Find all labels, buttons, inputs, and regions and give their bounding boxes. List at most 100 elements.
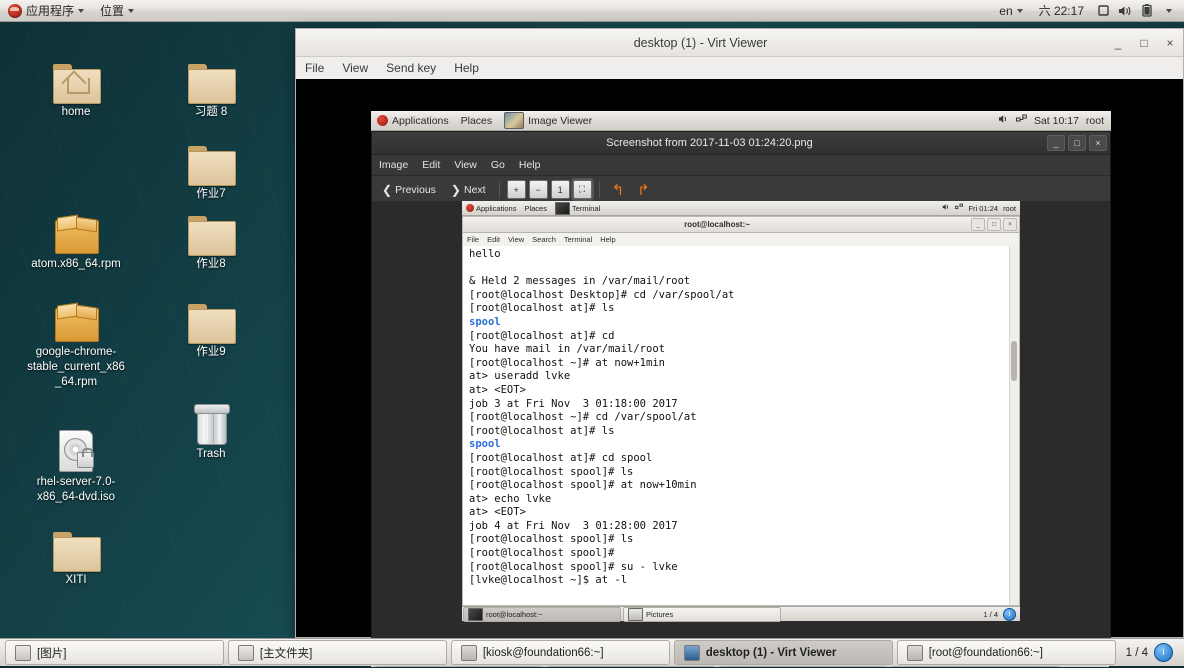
menu-help[interactable]: Help — [445, 57, 488, 79]
menu-help[interactable]: Help — [512, 155, 548, 175]
screenshot-pager: 1 / 4 i — [983, 607, 1020, 621]
image-viewer-canvas[interactable]: Applications Places Terminal Fri 01:24 r… — [372, 201, 1110, 644]
menu-search: Search — [532, 235, 556, 244]
volume-icon — [942, 203, 950, 213]
screenshot-tray: Fri 01:24 root — [942, 203, 1020, 213]
guest-clock[interactable]: Sat 10:17 — [1034, 115, 1079, 127]
tray-chevron-down-icon[interactable] — [1158, 0, 1180, 21]
image-viewer-title: Screenshot from 2017-11-03 01:24:20.png — [606, 137, 813, 149]
host-taskbar-item-pictures[interactable]: [图片] — [5, 640, 224, 665]
zoom-out-icon[interactable]: − — [528, 180, 548, 199]
close-button[interactable]: × — [1157, 31, 1183, 55]
screenshot-places-menu: Places — [520, 204, 551, 213]
desktop-icon-chrome-rpm[interactable]: google-chrome-stable_current_x86_64.rpm — [24, 290, 128, 390]
host-applications-label: 应用程序 — [26, 4, 75, 18]
host-tray: en 六 22:17 — [991, 0, 1184, 21]
volume-icon[interactable] — [998, 114, 1009, 127]
menu-help: Help — [600, 235, 616, 244]
desktop-icon-trash[interactable]: Trash — [159, 392, 263, 462]
host-taskbar-item-home[interactable]: [主文件夹] — [227, 640, 447, 665]
maximize-button[interactable]: □ — [1068, 135, 1086, 151]
desktop-icon-label: 作业8 — [196, 258, 226, 270]
screenshot-taskbar: root@localhost:~ Pictures 1 / 4 i — [462, 606, 1020, 622]
host-taskbar-item-virt-viewer[interactable]: desktop (1) - Virt Viewer — [673, 640, 893, 665]
desktop-icon-zuoye8[interactable]: 作业8 — [159, 202, 263, 272]
screenshot-clock: Fri 01:24 — [968, 203, 999, 213]
redhat-logo-icon — [8, 3, 22, 18]
screenshot-applications-label: Applications — [476, 203, 517, 213]
virt-viewer-guest-display[interactable]: Applications Places Image Viewer Sat 10:… — [296, 79, 1183, 668]
desktop-icon-home[interactable]: home — [24, 50, 128, 120]
rotate-left-icon[interactable]: ↰ — [607, 181, 630, 199]
taskbar-item-label: root@localhost:~ — [486, 609, 543, 619]
battery-icon[interactable] — [1136, 0, 1158, 21]
desktop-icon-label: 习题 8 — [194, 106, 228, 118]
desktop-icon-label: google-chrome-stable_current_x86_64.rpm — [27, 346, 125, 388]
host-clock-label: 六 22:17 — [1038, 4, 1084, 18]
host-taskbar-item-kiosk-terminal[interactable]: [kiosk@foundation66:~] — [450, 640, 670, 665]
screenshot-terminal-scrollbar — [1009, 246, 1019, 605]
host-places-label: 位置 — [100, 4, 125, 18]
terminal-line: hello — [469, 248, 501, 260]
menu-edit[interactable]: Edit — [415, 155, 447, 175]
previous-label: Previous — [395, 183, 436, 196]
terminal-line: spool — [469, 315, 501, 328]
maximize-button[interactable]: □ — [1131, 31, 1157, 55]
desktop-icon-xiti8[interactable]: 习题 8 — [159, 50, 263, 120]
guest-active-window-indicator[interactable]: Image Viewer — [498, 111, 598, 130]
menu-image[interactable]: Image — [372, 155, 415, 175]
desktop-icon-rhel-iso[interactable]: rhel-server-7.0-x86_64-dvd.iso — [24, 420, 128, 505]
image-viewer-window: Screenshot from 2017-11-03 01:24:20.png … — [371, 131, 1111, 667]
terminal-line: at> <EOT> — [469, 383, 526, 396]
zoom-in-icon[interactable]: + — [506, 180, 526, 199]
normal-size-icon[interactable]: 1 — [550, 180, 570, 199]
menu-send-key[interactable]: Send key — [377, 57, 445, 79]
network-icon[interactable] — [1015, 114, 1027, 127]
close-button[interactable]: × — [1089, 135, 1107, 151]
folder-home-icon — [24, 50, 128, 104]
host-taskbar-item-root-terminal[interactable]: [root@foundation66:~] — [896, 640, 1116, 665]
display-icon[interactable] — [1092, 0, 1114, 21]
keyboard-layout-indicator[interactable]: en — [991, 0, 1030, 21]
menu-view[interactable]: View — [447, 155, 484, 175]
rotate-right-icon[interactable]: ↱ — [632, 181, 655, 199]
volume-icon[interactable] — [1114, 0, 1136, 21]
desktop-icon-zuoye9[interactable]: 作业9 — [159, 290, 263, 360]
guest-applications-menu[interactable]: Applications — [371, 111, 455, 130]
next-image-button[interactable]: ❯ Next — [445, 181, 492, 199]
terminal-line: [root@localhost at]# ls — [469, 302, 615, 315]
menu-go[interactable]: Go — [484, 155, 512, 175]
host-taskbar-item-label: [主文件夹] — [259, 647, 313, 660]
guest-user-label: root — [1085, 114, 1104, 127]
minimize-button[interactable]: _ — [1047, 135, 1065, 151]
menu-terminal: Terminal — [563, 235, 593, 244]
terminal-line: job 3 at Fri Nov 3 01:18:00 2017 — [469, 397, 678, 410]
host-places-menu[interactable]: 位置 — [92, 0, 142, 21]
guest-places-menu[interactable]: Places — [455, 111, 499, 130]
keyboard-layout-label: en — [999, 3, 1013, 18]
image-viewer-titlebar[interactable]: Screenshot from 2017-11-03 01:24:20.png … — [372, 132, 1110, 155]
menu-view[interactable]: View — [333, 57, 377, 79]
virt-viewer-titlebar[interactable]: desktop (1) - Virt Viewer _ □ × — [296, 29, 1183, 57]
minimize-button[interactable]: _ — [1105, 31, 1131, 55]
virt-viewer-title: desktop (1) - Virt Viewer — [633, 35, 768, 50]
host-pager[interactable]: 1 / 4 i — [1118, 643, 1181, 662]
guest-top-panel: Applications Places Image Viewer Sat 10:… — [371, 111, 1111, 131]
terminal-line: job 4 at Fri Nov 3 01:28:00 2017 — [469, 519, 678, 532]
desktop-icon-xiti[interactable]: XITI — [24, 518, 128, 588]
screenshot-terminal-title: root@localhost:~ — [684, 220, 750, 229]
desktop-icon-atom-rpm[interactable]: atom.x86_64.rpm — [24, 202, 128, 272]
redhat-logo-icon — [466, 204, 474, 212]
previous-image-button[interactable]: ❮ Previous — [376, 181, 442, 199]
virt-viewer-window: desktop (1) - Virt Viewer _ □ × File Vie… — [295, 28, 1184, 668]
guest-user-menu[interactable]: root — [1086, 115, 1104, 127]
taskbar-item-label: Pictures — [646, 609, 674, 619]
host-applications-menu[interactable]: 应用程序 — [0, 0, 92, 21]
host-top-panel: 应用程序 位置 en 六 22:17 — [0, 0, 1184, 22]
best-fit-icon[interactable]: ⛶ — [572, 180, 592, 199]
host-clock[interactable]: 六 22:17 — [1031, 0, 1092, 21]
folder-icon — [159, 132, 263, 186]
menu-edit: Edit — [487, 235, 501, 244]
menu-file[interactable]: File — [296, 57, 333, 79]
desktop-icon-zuoye7[interactable]: 作业7 — [159, 132, 263, 202]
